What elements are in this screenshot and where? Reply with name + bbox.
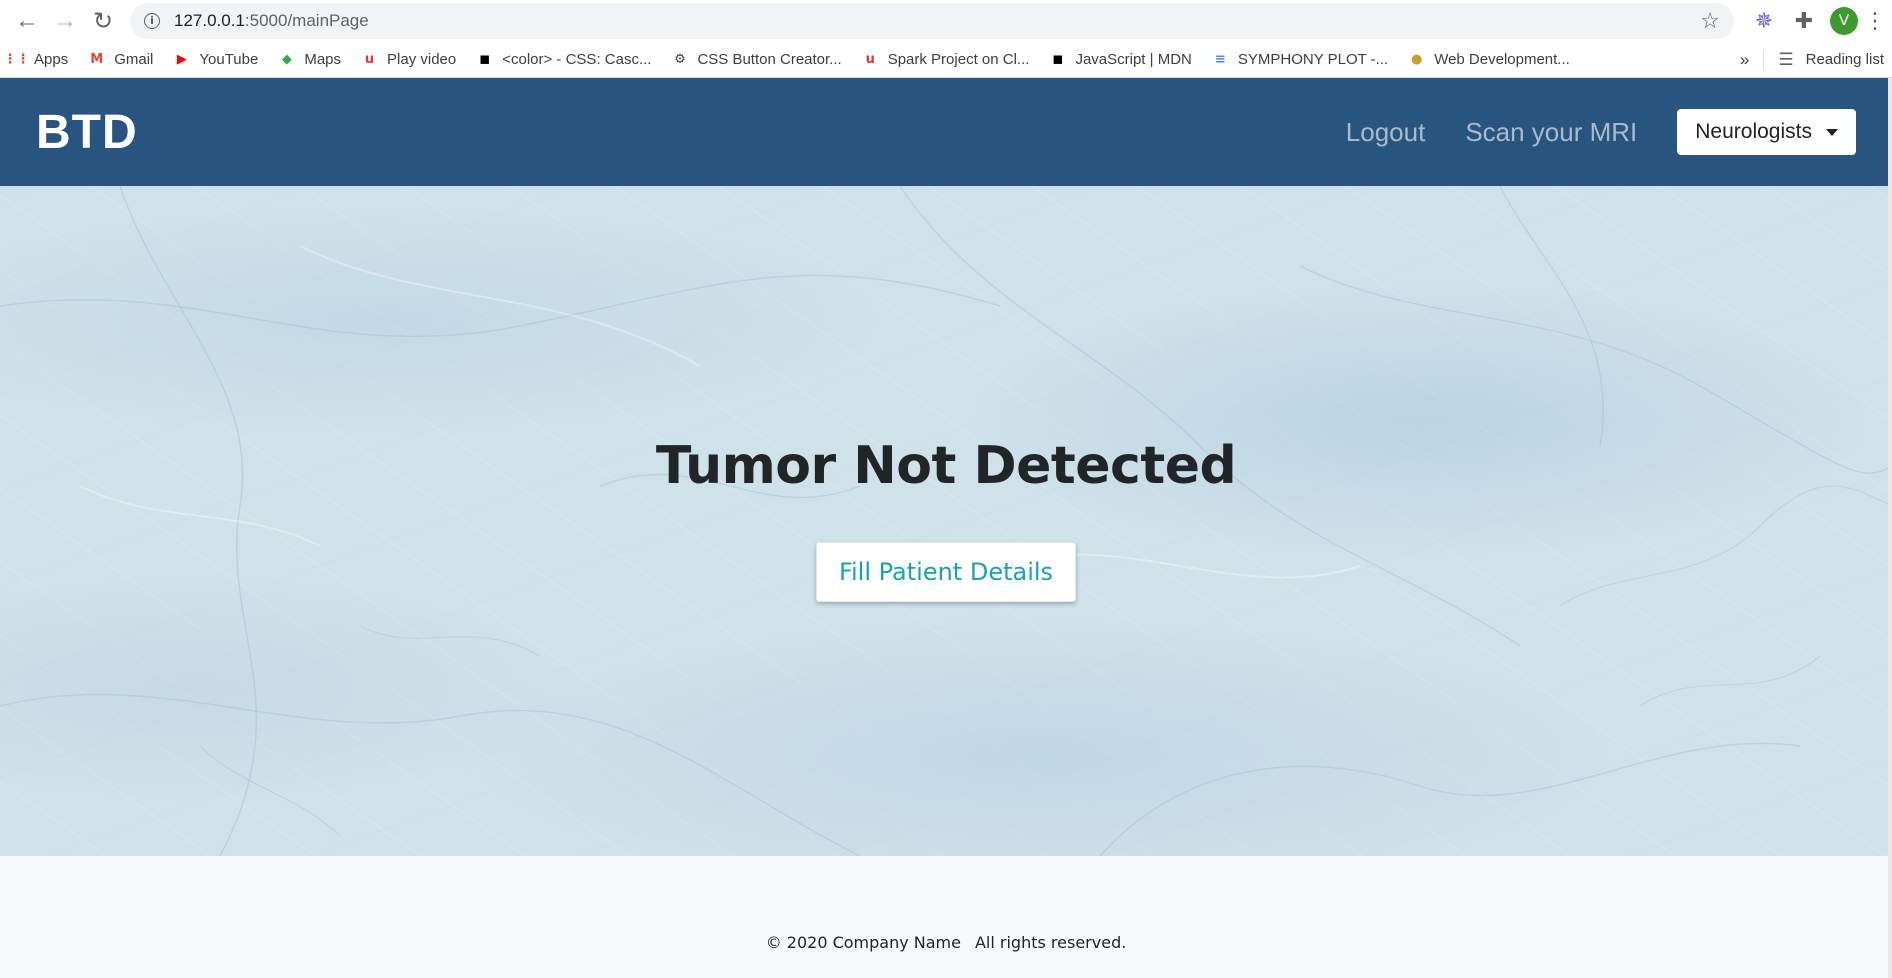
- udemy-icon: u: [865, 52, 875, 67]
- bookmark-item[interactable]: ◆ Maps: [278, 51, 341, 68]
- bookmark-star-icon[interactable]: ☆: [1700, 9, 1720, 34]
- puzzle-extensions-icon[interactable]: ✚: [1784, 2, 1824, 40]
- docs-icon: ≡: [1214, 52, 1226, 67]
- bookmark-label: <color> - CSS: Casc...: [502, 51, 652, 68]
- reading-list-icon: ☰: [1778, 49, 1794, 70]
- page-scrollbar[interactable]: [1888, 78, 1892, 978]
- site-info-icon[interactable]: i: [144, 13, 160, 29]
- footer-rights: All rights reserved.: [974, 933, 1127, 952]
- bookmarks-bar: ⋮⋮ Apps M Gmail ▶ YouTube ◆ Maps u Play video ◼ <co…: [0, 42, 1892, 78]
- profile-avatar[interactable]: V: [1830, 7, 1858, 35]
- site-navbar: BTD Logout Scan your MRI Neurologists: [0, 78, 1892, 186]
- bookmark-label: Play video: [387, 51, 457, 68]
- logout-link[interactable]: Logout: [1346, 117, 1426, 148]
- address-bar[interactable]: i 127.0.0.1:5000/mainPage ☆: [130, 3, 1734, 39]
- bookmark-label: Maps: [304, 51, 342, 68]
- brand-logo[interactable]: BTD: [36, 105, 138, 160]
- bookmark-label: Gmail: [114, 51, 154, 68]
- browser-toolbar: ← → ↻ i 127.0.0.1:5000/mainPage ☆ ✵ ✚ V …: [0, 0, 1892, 42]
- youtube-icon: ▶: [176, 52, 187, 67]
- mdn-icon: ◼: [479, 52, 491, 67]
- more-bookmarks-icon[interactable]: »: [1740, 50, 1749, 70]
- web-page: BTD Logout Scan your MRI Neurologists Tu…: [0, 78, 1892, 978]
- bookmark-item[interactable]: ⋮⋮ Apps: [3, 51, 69, 68]
- bookmark-label: Apps: [34, 51, 69, 68]
- caret-down-icon: [1826, 128, 1838, 136]
- bookmark-label: SYMPHONY PLOT -...: [1237, 51, 1389, 68]
- fill-patient-details-button[interactable]: Fill Patient Details: [815, 542, 1077, 602]
- back-arrow-icon[interactable]: ←: [8, 2, 46, 40]
- hero-section: Tumor Not Detected Fill Patient Details: [0, 186, 1892, 856]
- udemy-icon: u: [364, 52, 375, 67]
- bookmark-item[interactable]: M Gmail: [88, 51, 153, 68]
- result-heading: Tumor Not Detected: [655, 436, 1237, 496]
- bookmark-item[interactable]: ≡ SYMPHONY PLOT -...: [1212, 51, 1388, 68]
- maps-icon: ◆: [281, 52, 292, 67]
- bookmark-label: YouTube: [199, 51, 259, 68]
- footer-copyright: © 2020 Company Name: [765, 933, 961, 952]
- mdn-icon: ◼: [1052, 52, 1064, 67]
- bookmark-label: Spark Project on Cl...: [887, 51, 1030, 68]
- browser-menu-icon[interactable]: ⋮: [1864, 9, 1886, 34]
- hero-content: Tumor Not Detected Fill Patient Details: [0, 436, 1892, 602]
- bookmark-item[interactable]: u Play video: [361, 51, 456, 68]
- reading-list-button[interactable]: ☰ Reading list: [1778, 50, 1884, 70]
- bookmark-item[interactable]: ◼ JavaScript | MDN: [1049, 51, 1192, 68]
- neurologists-dropdown[interactable]: Neurologists: [1677, 109, 1856, 155]
- gmail-icon: M: [90, 52, 104, 67]
- reading-list-label: Reading list: [1805, 51, 1884, 68]
- bookmark-item[interactable]: ▶ YouTube: [173, 51, 258, 68]
- bookmark-label: CSS Button Creator...: [697, 51, 842, 68]
- bookmark-label: JavaScript | MDN: [1075, 51, 1192, 68]
- gear-icon: ⚙: [674, 52, 686, 67]
- bookmark-item[interactable]: u Spark Project on Cl...: [862, 51, 1030, 68]
- scan-mri-link[interactable]: Scan your MRI: [1465, 117, 1637, 148]
- bookmark-item[interactable]: ● Web Development...: [1408, 51, 1570, 68]
- bookmark-label: Web Development...: [1434, 51, 1570, 68]
- bulb-icon: ●: [1411, 52, 1423, 67]
- extension-icon[interactable]: ✵: [1744, 2, 1784, 40]
- site-footer: © 2020 Company Name All rights reserved.: [0, 856, 1892, 978]
- neurologists-dropdown-label: Neurologists: [1695, 120, 1812, 143]
- apps-grid-icon: ⋮⋮: [3, 52, 30, 67]
- bookmarks-divider: [1763, 49, 1765, 70]
- bookmark-item[interactable]: ⚙ CSS Button Creator...: [671, 51, 842, 68]
- nav-links: Logout Scan your MRI Neurologists: [1346, 109, 1856, 155]
- url-text[interactable]: 127.0.0.1:5000/mainPage: [174, 11, 369, 31]
- reload-icon[interactable]: ↻: [84, 2, 122, 40]
- forward-arrow-icon[interactable]: →: [46, 2, 84, 40]
- bookmark-item[interactable]: ◼ <color> - CSS: Casc...: [476, 51, 651, 68]
